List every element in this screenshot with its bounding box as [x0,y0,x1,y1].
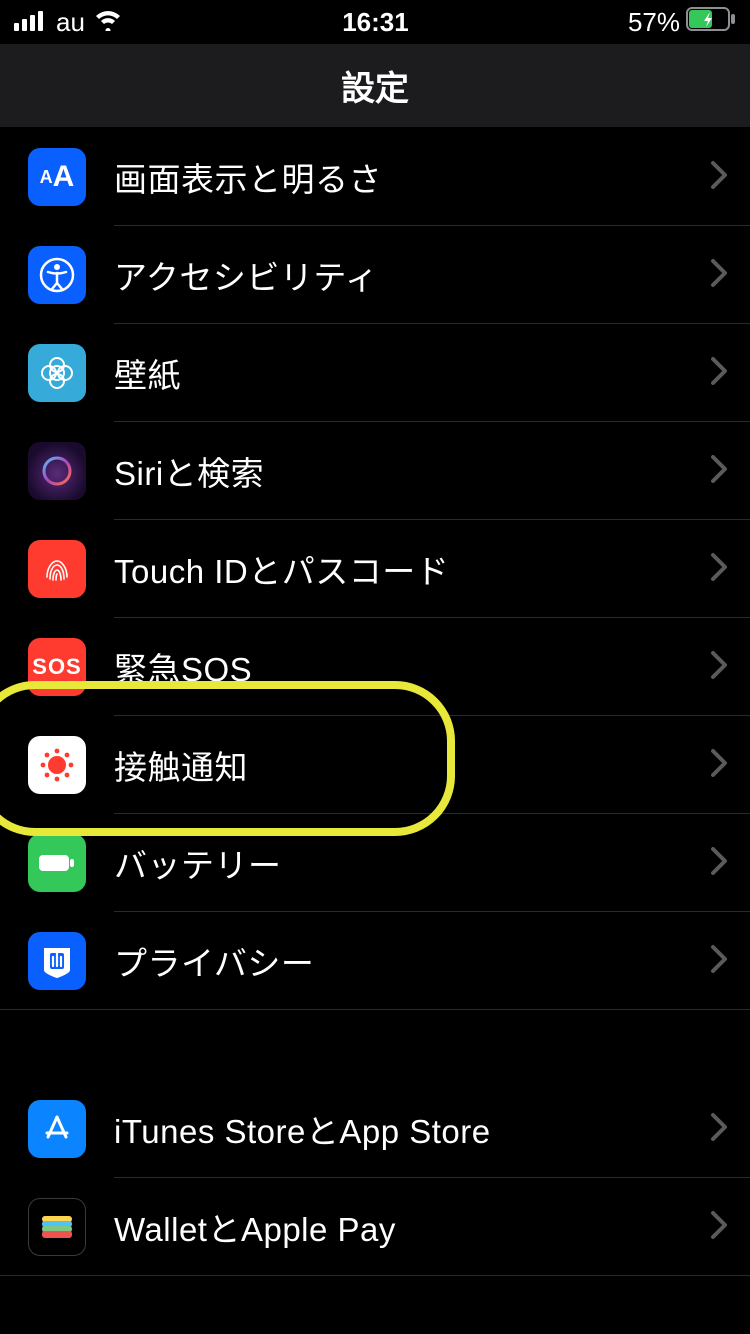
privacy-icon [28,932,86,990]
row-exposure-notification[interactable]: 接触通知 [0,716,750,814]
chevron-right-icon [710,650,750,685]
chevron-right-icon [710,454,750,489]
row-label: Touch IDとパスコード [86,545,710,593]
appstore-icon [28,1100,86,1158]
chevron-right-icon [710,846,750,881]
wifi-icon [93,7,123,38]
chevron-right-icon [710,258,750,293]
nav-title: 設定 [0,44,750,128]
row-label: バッテリー [86,839,710,887]
row-emergency-sos[interactable]: SOS 緊急SOS [0,618,750,716]
row-siri-search[interactable]: Siriと検索 [0,422,750,520]
cellular-signal-icon [14,7,48,38]
siri-icon [28,442,86,500]
exposure-icon [28,736,86,794]
row-wallet-applepay[interactable]: WalletとApple Pay [0,1178,750,1276]
row-privacy[interactable]: プライバシー [0,912,750,1010]
row-label: 緊急SOS [86,643,710,691]
row-label: 接触通知 [86,741,710,789]
row-label: プライバシー [86,937,710,985]
row-label: 画面表示と明るさ [86,153,710,201]
text-size-icon: AA [28,148,86,206]
carrier-label: au [56,7,85,38]
chevron-right-icon [710,1112,750,1147]
chevron-right-icon [710,552,750,587]
battery-status-icon [686,7,736,38]
row-display-brightness[interactable]: AA 画面表示と明るさ [0,128,750,226]
chevron-right-icon [710,160,750,195]
sos-icon: SOS [28,638,86,696]
chevron-right-icon [710,356,750,391]
fingerprint-icon [28,540,86,598]
row-label: iTunes StoreとApp Store [86,1105,710,1153]
wallpaper-icon [28,344,86,402]
row-label: アクセシビリティ [86,251,710,299]
row-wallpaper[interactable]: 壁紙 [0,324,750,422]
row-itunes-appstore[interactable]: iTunes StoreとApp Store [0,1080,750,1178]
accessibility-icon [28,246,86,304]
settings-list: AA 画面表示と明るさ アクセシビリティ 壁紙 S [0,128,750,1010]
row-touchid-passcode[interactable]: Touch IDとパスコード [0,520,750,618]
row-accessibility[interactable]: アクセシビリティ [0,226,750,324]
chevron-right-icon [710,944,750,979]
group-separator [0,1010,750,1080]
status-right: 57% [628,7,736,38]
page-title: 設定 [341,61,409,110]
row-label: 壁紙 [86,349,710,397]
row-label: Siriと検索 [86,447,710,495]
battery-icon [28,834,86,892]
clock: 16:31 [342,7,409,38]
wallet-icon [28,1198,86,1256]
chevron-right-icon [710,748,750,783]
status-left: au [14,7,123,38]
settings-list-2: iTunes StoreとApp Store WalletとApple Pay [0,1080,750,1276]
chevron-right-icon [710,1210,750,1245]
row-label: WalletとApple Pay [86,1203,710,1251]
row-battery[interactable]: バッテリー [0,814,750,912]
status-bar: au 16:31 57% [0,0,750,44]
battery-percent: 57% [628,7,680,38]
